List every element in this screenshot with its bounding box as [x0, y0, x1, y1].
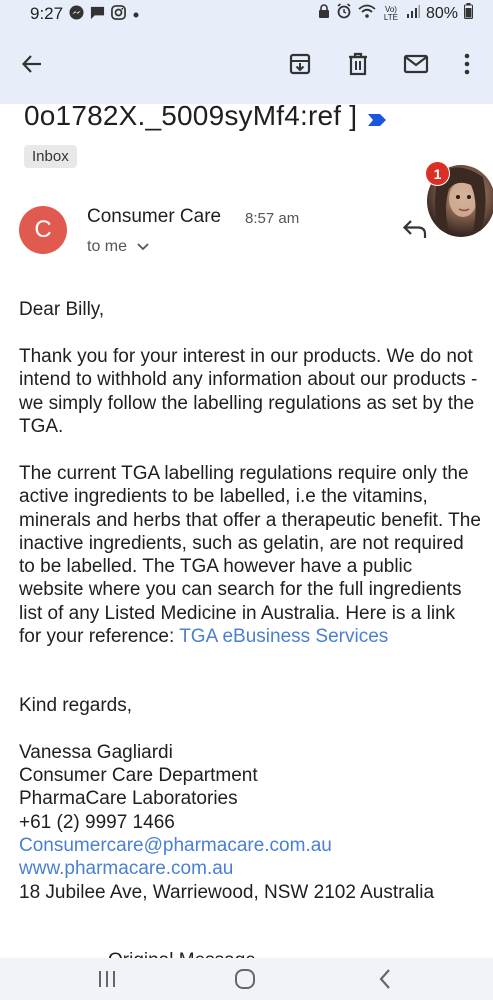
back-chevron-icon — [379, 969, 390, 989]
email-greeting: Dear Billy, — [19, 299, 105, 320]
chat-bubble-icon — [90, 5, 105, 23]
paragraph-2-text: The current TGA labelling regulations re… — [19, 463, 481, 648]
mark-unread-button[interactable] — [398, 44, 434, 84]
signature-email-link[interactable]: Consumercare@pharmacare.com.au — [19, 834, 481, 857]
more-options-button[interactable] — [449, 44, 485, 84]
inbox-label-chip[interactable]: Inbox — [24, 145, 77, 168]
important-marker-icon[interactable] — [367, 102, 387, 134]
signature-name: Vanessa Gagliardi — [19, 742, 173, 763]
signature-address: 18 Jubilee Ave, Warriewood, NSW 2102 Aus… — [19, 882, 435, 903]
sent-time: 8:57 am — [245, 210, 300, 227]
email-paragraph-2: The current TGA labelling regulations re… — [19, 462, 481, 648]
alarm-icon — [336, 3, 352, 24]
reply-icon — [402, 220, 427, 238]
wifi-icon — [358, 4, 376, 24]
status-right: Vo) LTE 80% — [318, 3, 473, 24]
app-toolbar — [0, 28, 493, 104]
signature-phone[interactable]: +61 (2) 9997 1466 — [19, 811, 481, 834]
signal-icon — [406, 4, 420, 23]
home-icon — [235, 969, 255, 989]
battery-percent: 80% — [425, 4, 458, 22]
archive-icon — [289, 53, 311, 75]
email-closing: Kind regards, — [19, 695, 133, 716]
more-vert-icon — [464, 53, 470, 75]
signature-department: Consumer Care Department — [19, 765, 258, 786]
status-time: 9:27 — [30, 4, 64, 23]
signature-website-link[interactable]: www.pharmacare.com.au — [19, 857, 481, 880]
home-button[interactable] — [230, 966, 260, 992]
system-back-button[interactable] — [370, 966, 400, 992]
back-button[interactable] — [14, 44, 50, 84]
delete-button[interactable] — [340, 44, 376, 84]
email-subject: 0o1782X._5009syMf4:ref ] — [24, 100, 387, 134]
recipient-details-toggle[interactable]: to me — [87, 238, 149, 256]
subject-text: 0o1782X._5009syMf4:ref ] — [24, 100, 358, 131]
recents-icon — [99, 971, 115, 987]
lock-icon — [318, 3, 330, 24]
recipient-label: to me — [87, 238, 128, 255]
email-paragraph-1: Thank you for your interest in our produ… — [19, 346, 478, 437]
system-nav-bar — [0, 958, 493, 1000]
sender-avatar[interactable]: C — [19, 206, 67, 254]
instagram-icon — [111, 5, 126, 23]
recents-button[interactable] — [92, 966, 122, 992]
arrow-left-icon — [21, 55, 41, 73]
status-left: 9:27 — [30, 4, 140, 24]
signature-company: PharmaCare Laboratories — [19, 788, 238, 809]
tga-ebusiness-link[interactable]: TGA eBusiness Services — [179, 626, 388, 647]
network-label: Vo) LTE — [383, 4, 398, 22]
chat-badge: 1 — [425, 161, 450, 186]
sender-name: Consumer Care — [87, 206, 222, 227]
dot-icon — [132, 6, 140, 22]
messenger-icon — [69, 5, 84, 23]
trash-icon — [349, 52, 367, 76]
chevron-down-icon — [137, 243, 149, 251]
reply-button[interactable] — [402, 218, 432, 244]
status-bar: 9:27 Vo) LTE 80% — [0, 0, 493, 28]
archive-button[interactable] — [282, 44, 318, 84]
mail-icon — [403, 54, 429, 74]
battery-icon — [464, 3, 473, 24]
